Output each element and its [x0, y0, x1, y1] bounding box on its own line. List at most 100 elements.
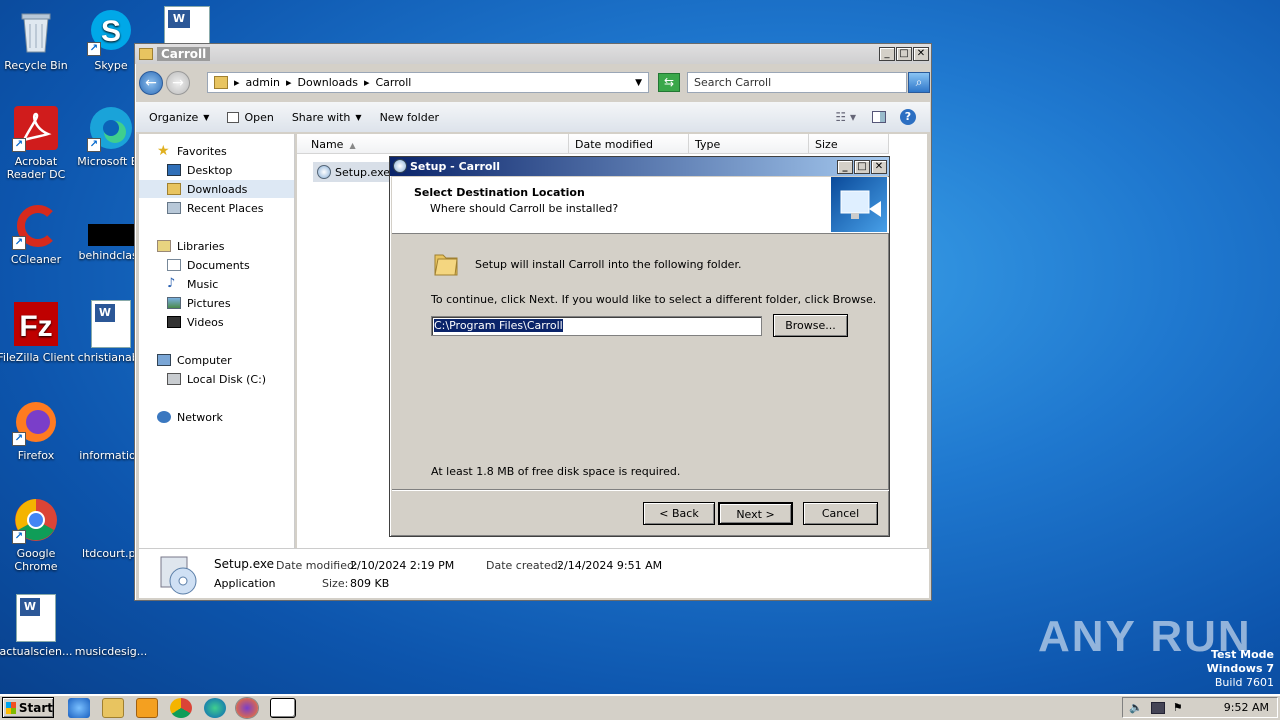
organize-label: Organize [149, 110, 199, 124]
desktop-icon-label: Google Chrome [14, 547, 58, 573]
column-size[interactable]: Size [809, 134, 889, 154]
folder-icon [214, 76, 228, 89]
breadcrumb-carroll[interactable]: Carroll [375, 76, 411, 89]
nav-libraries[interactable]: Libraries [157, 237, 225, 255]
network-tray-icon[interactable] [1150, 701, 1165, 714]
browse-button[interactable]: Browse... [773, 314, 848, 337]
documents-icon [167, 259, 181, 271]
preview-pane-icon[interactable] [872, 111, 886, 123]
nav-desktop[interactable]: Desktop [167, 161, 232, 179]
setup-titlebar[interactable]: Setup - Carroll _ □ ✕ [390, 157, 889, 176]
desktop-icon-musicdesig[interactable]: musicdesig... [71, 594, 151, 658]
open-label: Open [244, 110, 274, 124]
edge-taskbar-icon[interactable] [204, 698, 226, 718]
view-options-icon[interactable]: ☷ ▾ [835, 110, 856, 124]
desktop-icon-label: musicdesig... [74, 645, 148, 658]
firefox-icon: ↗ [12, 398, 60, 446]
nav-downloads[interactable]: Downloads [139, 180, 294, 198]
breadcrumb-downloads[interactable]: Downloads [298, 76, 358, 89]
desktop-icon-label: FileZilla Client [0, 351, 75, 364]
chrome-icon: ↗ [12, 496, 60, 544]
blank-file-icon [88, 224, 134, 246]
recent-places-icon [167, 202, 181, 214]
desktop-icon-chrome[interactable]: ↗ Google Chrome [0, 496, 76, 573]
nav-music[interactable]: ♪ Music [167, 275, 218, 293]
help-icon[interactable]: ? [900, 109, 916, 125]
next-button[interactable]: Next > [718, 502, 793, 525]
search-input[interactable]: Search Carroll [687, 72, 907, 93]
column-name[interactable]: Name ▲ [297, 134, 569, 154]
address-bar[interactable]: ▸ admin ▸ Downloads ▸ Carroll ▼ [207, 72, 649, 93]
system-tray: 🔈 ⚑ 9:52 AM [1122, 697, 1278, 718]
nav-label: Documents [187, 258, 250, 272]
close-button[interactable]: ✕ [913, 47, 929, 61]
minimize-button[interactable]: _ [837, 159, 853, 174]
nav-label: Pictures [187, 296, 231, 310]
volume-icon[interactable]: 🔈 [1129, 701, 1143, 714]
destination-path-input[interactable]: C:\Program Files\Carroll [431, 316, 762, 336]
column-type[interactable]: Type [689, 134, 809, 154]
back-icon[interactable]: ← [139, 71, 163, 95]
desktop-icon-filezilla[interactable]: Fz FileZilla Client [0, 300, 76, 364]
chrome-taskbar-icon[interactable] [170, 698, 192, 718]
test-mode-watermark: Test Mode Windows 7 Build 7601 [1207, 648, 1274, 690]
new-folder-button[interactable]: New folder [380, 111, 439, 124]
word-doc-icon: W [16, 594, 56, 642]
desktop-icon-firefox[interactable]: ↗ Firefox [0, 398, 76, 462]
command-bar: Organize ▼ Open Share with ▼ New folder ☷ … [136, 102, 930, 132]
refresh-icon[interactable]: ⇆ [658, 73, 680, 92]
breadcrumb-admin[interactable]: admin [246, 76, 280, 89]
maximize-button[interactable]: □ [896, 47, 912, 61]
breadcrumb-sep: ▸ [286, 76, 292, 89]
desktop-icon-acrobat[interactable]: ↗ Acrobat Reader DC [0, 104, 76, 181]
media-player-icon[interactable] [136, 698, 158, 718]
share-with-button[interactable]: Share with ▼ [292, 111, 362, 124]
network-icon [157, 411, 171, 423]
nav-network[interactable]: Network [157, 408, 223, 426]
column-date-modified[interactable]: Date modified [569, 134, 689, 154]
ie-icon[interactable] [68, 698, 90, 718]
start-button[interactable]: Start [2, 697, 54, 718]
explorer-titlebar[interactable]: Carroll _ □ ✕ [135, 44, 931, 64]
nav-computer[interactable]: Computer [157, 351, 232, 369]
chevron-down-icon[interactable]: ▼ [635, 78, 642, 88]
nav-documents[interactable]: Documents [167, 256, 250, 274]
minimize-button[interactable]: _ [879, 47, 895, 61]
back-button[interactable]: < Back [643, 502, 715, 525]
desktop-icon-actualscien[interactable]: W actualscien... [0, 594, 76, 658]
test-mode-text: Test Mode [1211, 648, 1274, 661]
nav-label: Downloads [187, 182, 248, 196]
desktop-icon-recycle-bin[interactable]: Recycle Bin [0, 8, 76, 72]
details-date-created: 2/14/2024 9:51 AM [557, 559, 663, 572]
nav-pictures[interactable]: Pictures [167, 294, 231, 312]
nav-favorites[interactable]: ★ Favorites [157, 142, 227, 160]
flag-icon[interactable]: ⚑ [1173, 701, 1183, 714]
close-button[interactable]: ✕ [871, 159, 887, 174]
setup-taskbar-button[interactable] [270, 698, 296, 718]
clock[interactable]: 9:52 AM [1224, 701, 1269, 714]
details-pane: Setup.exe Application Date modified: 2/1… [139, 548, 929, 598]
desktop-icon-label: CCleaner [10, 253, 62, 266]
taskbar: Start 🔈 ⚑ 9:52 AM [0, 694, 1280, 720]
details-size: 809 KB [350, 577, 390, 590]
file-row-setup[interactable]: Setup.exe [313, 162, 393, 182]
desktop-icon-ccleaner[interactable]: ↗ CCleaner [0, 202, 76, 266]
nav-videos[interactable]: Videos [167, 313, 224, 331]
open-button[interactable]: Open [227, 110, 274, 124]
maximize-button[interactable]: □ [854, 159, 870, 174]
organize-button[interactable]: Organize ▼ [149, 111, 209, 124]
computer-icon [157, 354, 171, 366]
explorer-taskbar-icon[interactable] [102, 698, 124, 718]
address-row: ← → ▸ admin ▸ Downloads ▸ Carroll ▼ ⇆ Se… [139, 70, 930, 96]
desktop-icon-label: Acrobat Reader DC [6, 155, 66, 181]
nav-recent-places[interactable]: Recent Places [167, 199, 264, 217]
videos-icon [167, 316, 181, 328]
setup-subheading: Where should Carroll be installed? [430, 202, 619, 215]
nav-local-disk[interactable]: Local Disk (C:) [167, 370, 266, 388]
forward-icon[interactable]: → [166, 71, 190, 95]
search-icon[interactable]: ⌕ [908, 72, 930, 93]
open-icon [227, 111, 240, 123]
firefox-taskbar-icon[interactable] [236, 698, 258, 718]
cancel-button[interactable]: Cancel [803, 502, 878, 525]
word-doc-icon[interactable]: W [164, 6, 210, 44]
